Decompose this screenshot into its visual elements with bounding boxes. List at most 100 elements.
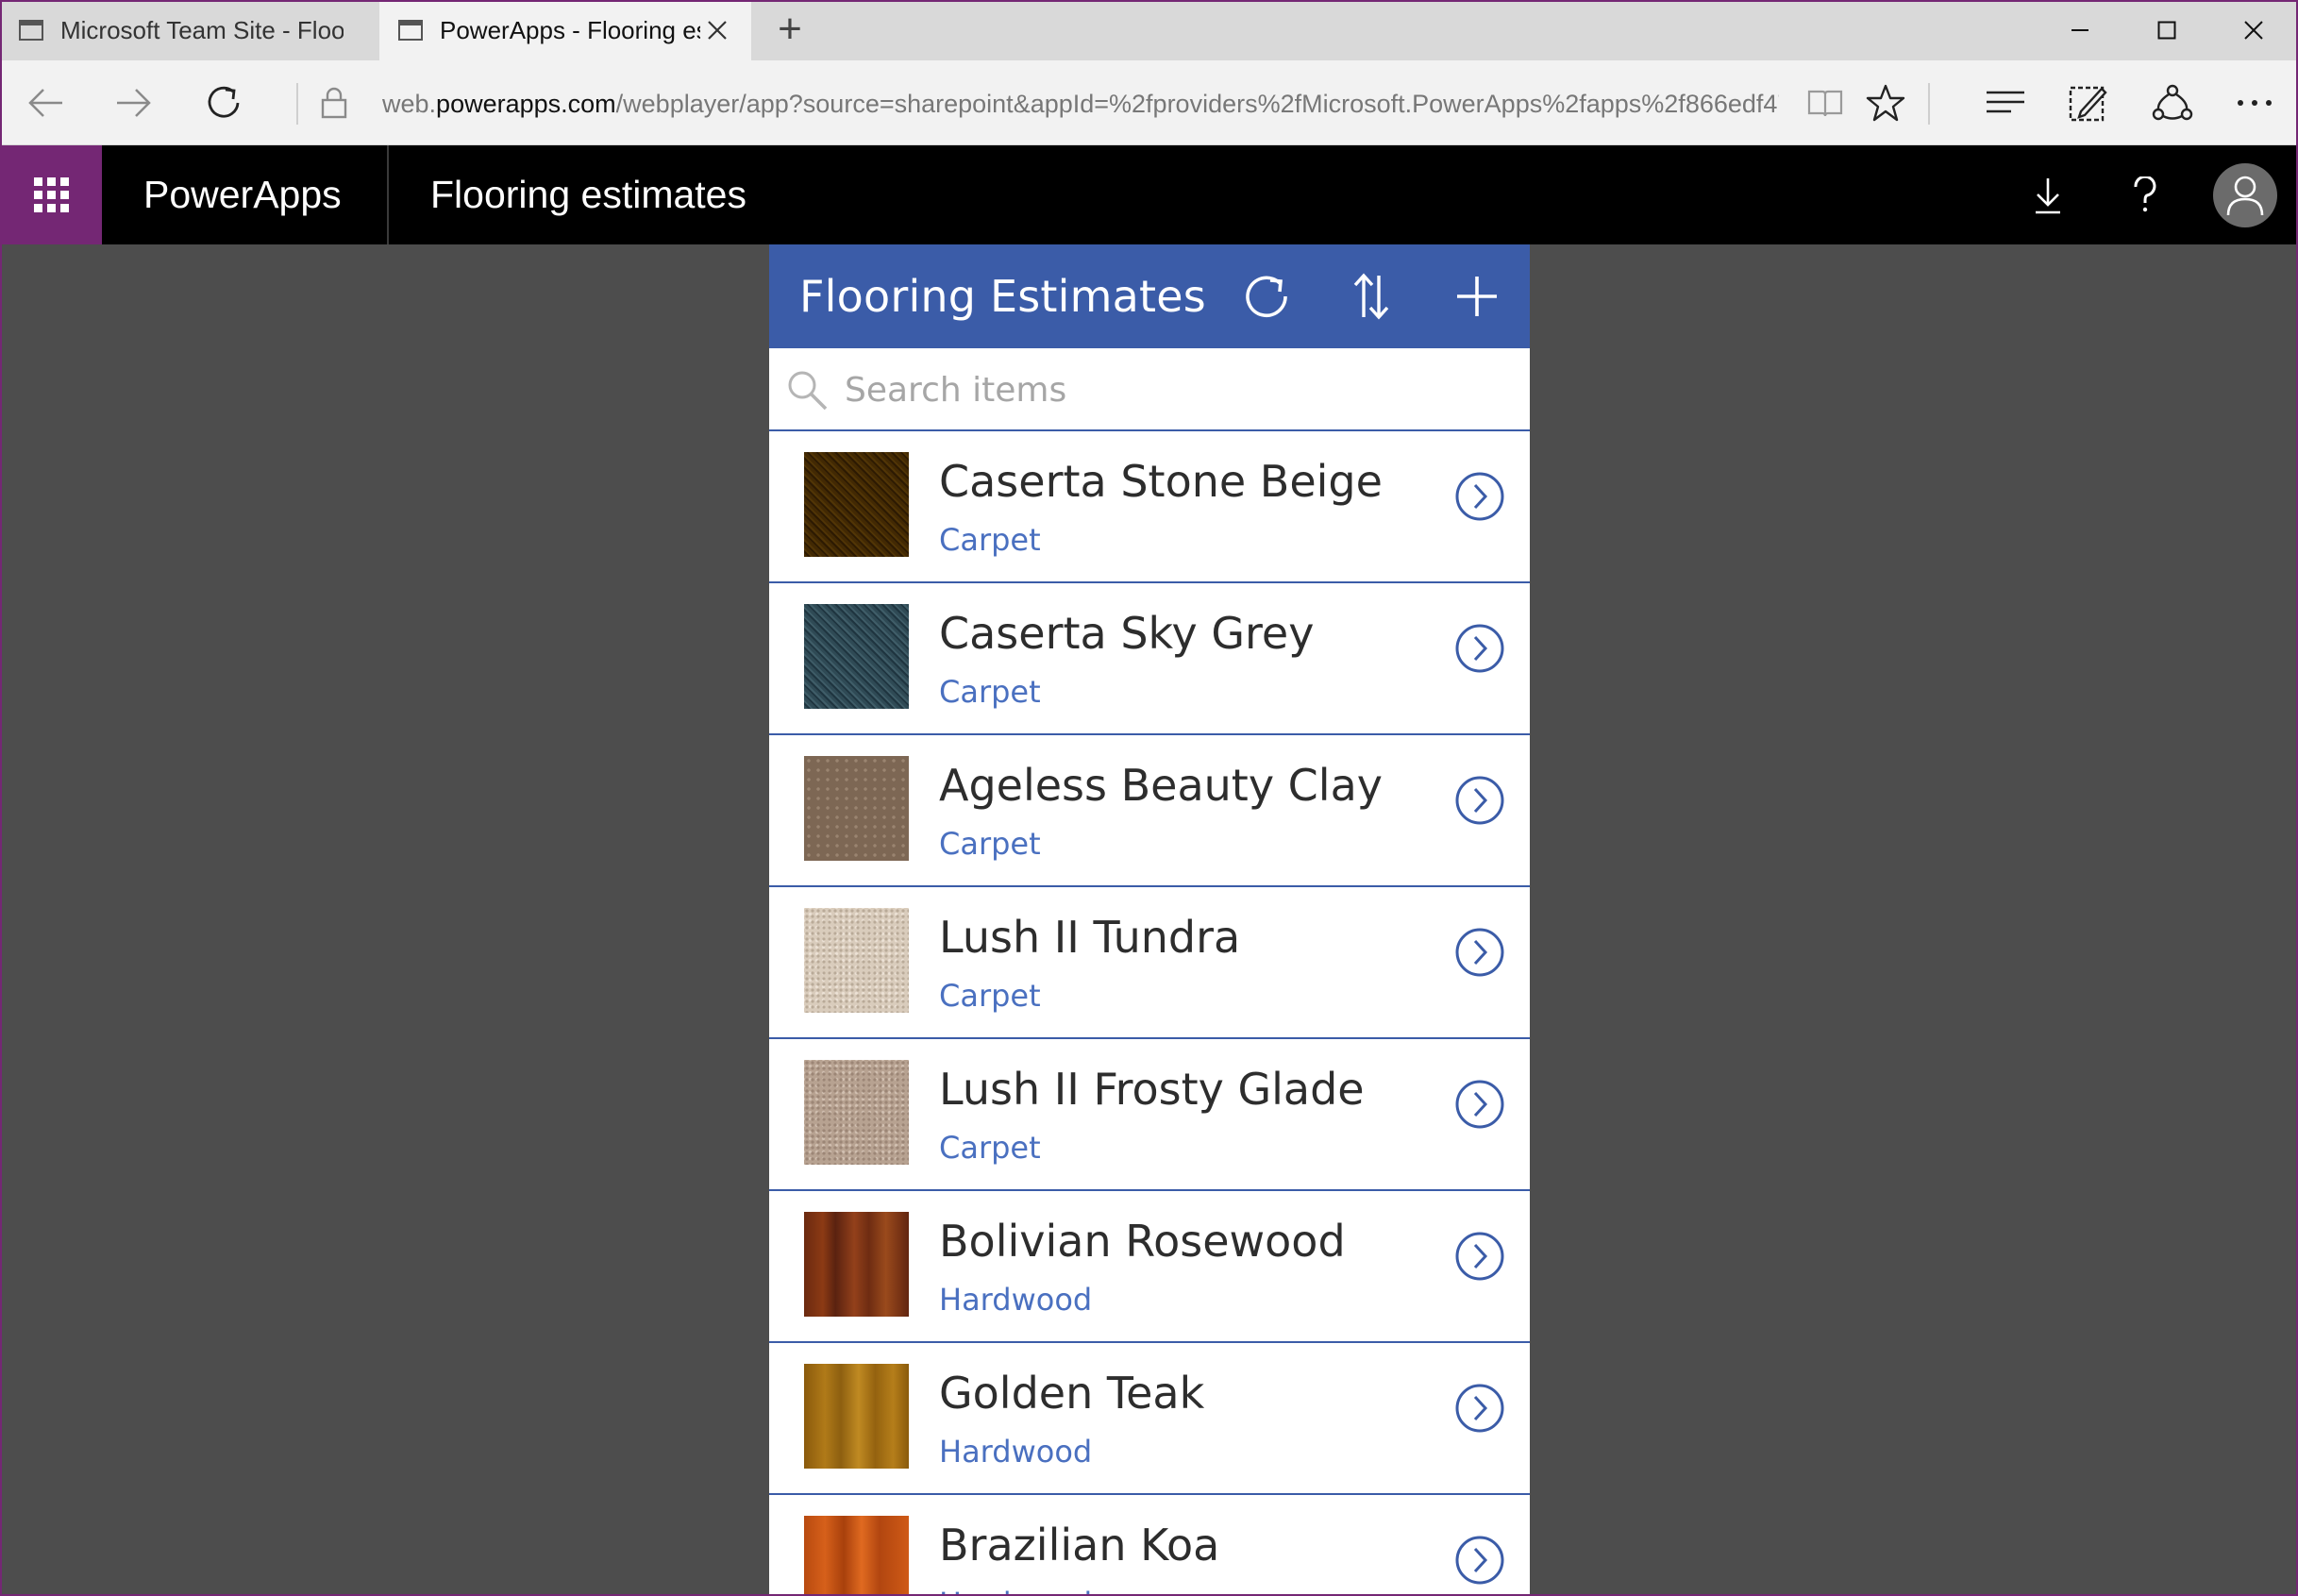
share-icon <box>2152 84 2193 121</box>
list-item[interactable]: Caserta Stone Beige Carpet <box>769 431 1530 583</box>
list-item[interactable]: Ageless Beauty Clay Carpet <box>769 735 1530 887</box>
more-icon <box>2238 100 2272 106</box>
web-note-icon <box>2069 86 2107 122</box>
download-icon <box>2036 177 2060 213</box>
refresh-icon <box>1246 276 1287 318</box>
search-bar <box>769 348 1530 431</box>
new-tab-button[interactable]: + <box>766 6 814 53</box>
list-item[interactable]: Golden Teak Hardwood <box>769 1343 1530 1495</box>
page-icon <box>19 20 43 41</box>
item-category: Hardwood <box>939 1282 1093 1318</box>
item-thumbnail <box>804 452 909 557</box>
url-prefix: web. <box>382 90 437 118</box>
list-item[interactable]: Lush II Frosty Glade Carpet <box>769 1039 1530 1191</box>
search-input[interactable] <box>845 361 1505 418</box>
url-domain: powerapps.com <box>436 90 616 118</box>
list-item[interactable]: Lush II Tundra Carpet <box>769 887 1530 1039</box>
chevron-right-icon[interactable] <box>1454 623 1505 674</box>
item-thumbnail <box>804 1060 909 1165</box>
header-divider <box>387 145 389 244</box>
refresh-button[interactable] <box>193 75 254 131</box>
app-header: Flooring Estimates <box>769 244 1530 348</box>
url-field[interactable]: web.powerapps.com/webplayer/app?source=s… <box>382 85 1779 123</box>
help-icon <box>2134 176 2156 211</box>
favorite-star-icon <box>1866 84 1905 122</box>
maximize-icon <box>2157 21 2176 40</box>
minimize-icon <box>2072 29 2088 31</box>
user-icon <box>2226 176 2264 216</box>
address-bar: web.powerapps.com/webplayer/app?source=s… <box>0 60 2298 145</box>
toolbar-divider <box>1928 83 1930 125</box>
list-item[interactable]: Bolivian Rosewood Hardwood <box>769 1191 1530 1343</box>
item-category: Carpet <box>939 1130 1041 1166</box>
powerapps-brand[interactable]: PowerApps <box>143 145 342 244</box>
chevron-right-icon[interactable] <box>1454 927 1505 978</box>
page-icon <box>398 20 423 41</box>
item-thumbnail <box>804 604 909 709</box>
hub-button[interactable] <box>1975 75 2036 131</box>
maximize-button[interactable] <box>2123 0 2210 60</box>
help-button[interactable] <box>2107 145 2183 244</box>
chevron-right-icon[interactable] <box>1454 775 1505 826</box>
list-item[interactable]: Brazilian Koa Hardwood <box>769 1495 1530 1596</box>
reading-view-icon <box>1807 90 1843 117</box>
item-title: Lush II Tundra <box>939 912 1241 963</box>
chevron-right-icon[interactable] <box>1454 1231 1505 1282</box>
lock-icon-button[interactable] <box>304 75 364 131</box>
reading-view-button[interactable] <box>1795 75 1855 131</box>
powerapps-top-bar: PowerApps Flooring estimates <box>0 145 2298 244</box>
forward-icon <box>117 89 151 117</box>
browser-tab-powerapps[interactable]: PowerApps - Flooring estimates <box>379 0 751 60</box>
close-tab-icon[interactable] <box>698 11 736 49</box>
item-title: Golden Teak <box>939 1368 1205 1419</box>
chevron-right-icon[interactable] <box>1454 1383 1505 1434</box>
items-gallery: Caserta Stone Beige Carpet Caserta Sky G… <box>769 431 1530 1596</box>
close-window-button[interactable] <box>2210 0 2297 60</box>
avatar[interactable] <box>2213 163 2277 227</box>
sort-icon <box>1353 273 1389 320</box>
favorite-button[interactable] <box>1855 75 1916 131</box>
close-icon <box>2244 21 2263 40</box>
item-title: Lush II Frosty Glade <box>939 1064 1365 1115</box>
item-category: Hardwood <box>939 1586 1092 1596</box>
page-title: Flooring Estimates <box>799 271 1206 322</box>
share-button[interactable] <box>2142 75 2203 131</box>
chevron-right-icon[interactable] <box>1454 1535 1505 1586</box>
search-icon <box>788 371 828 411</box>
back-button[interactable] <box>15 75 75 131</box>
chevron-right-icon[interactable] <box>1454 1079 1505 1130</box>
item-category: Carpet <box>939 674 1041 710</box>
back-icon <box>28 89 62 117</box>
item-thumbnail <box>804 756 909 861</box>
refresh-icon <box>208 86 240 118</box>
lock-icon <box>321 87 347 119</box>
item-thumbnail <box>804 908 909 1013</box>
item-thumbnail <box>804 1364 909 1469</box>
add-item-button[interactable] <box>1444 263 1510 329</box>
sort-button[interactable] <box>1338 263 1404 329</box>
more-button[interactable] <box>2224 75 2285 131</box>
refresh-data-button[interactable] <box>1233 263 1300 329</box>
item-thumbnail <box>804 1516 909 1596</box>
app-launcher-button[interactable] <box>0 145 102 244</box>
item-title: Ageless Beauty Clay <box>939 760 1383 811</box>
forward-button[interactable] <box>104 75 164 131</box>
download-button[interactable] <box>2010 145 2086 244</box>
waffle-icon <box>33 177 69 212</box>
list-item[interactable]: Caserta Sky Grey Carpet <box>769 583 1530 735</box>
toolbar-divider <box>296 83 298 125</box>
web-note-button[interactable] <box>2057 75 2118 131</box>
item-title: Brazilian Koa <box>939 1520 1220 1571</box>
browser-tab-strip: Microsoft Team Site - Flooring PowerApps… <box>0 0 2298 60</box>
item-title: Caserta Sky Grey <box>939 608 1315 659</box>
tab-title: PowerApps - Flooring estimates <box>440 15 700 44</box>
tab-title: Microsoft Team Site - Flooring <box>60 15 344 44</box>
item-category: Carpet <box>939 826 1041 862</box>
minimize-button[interactable] <box>2037 0 2123 60</box>
browser-tab-team-site[interactable]: Microsoft Team Site - Flooring <box>0 0 377 60</box>
item-thumbnail <box>804 1212 909 1317</box>
item-title: Caserta Stone Beige <box>939 456 1383 507</box>
item-category: Carpet <box>939 978 1041 1014</box>
chevron-right-icon[interactable] <box>1454 471 1505 522</box>
url-path: /webplayer/app?source=sharepoint&appId=%… <box>615 90 1779 118</box>
